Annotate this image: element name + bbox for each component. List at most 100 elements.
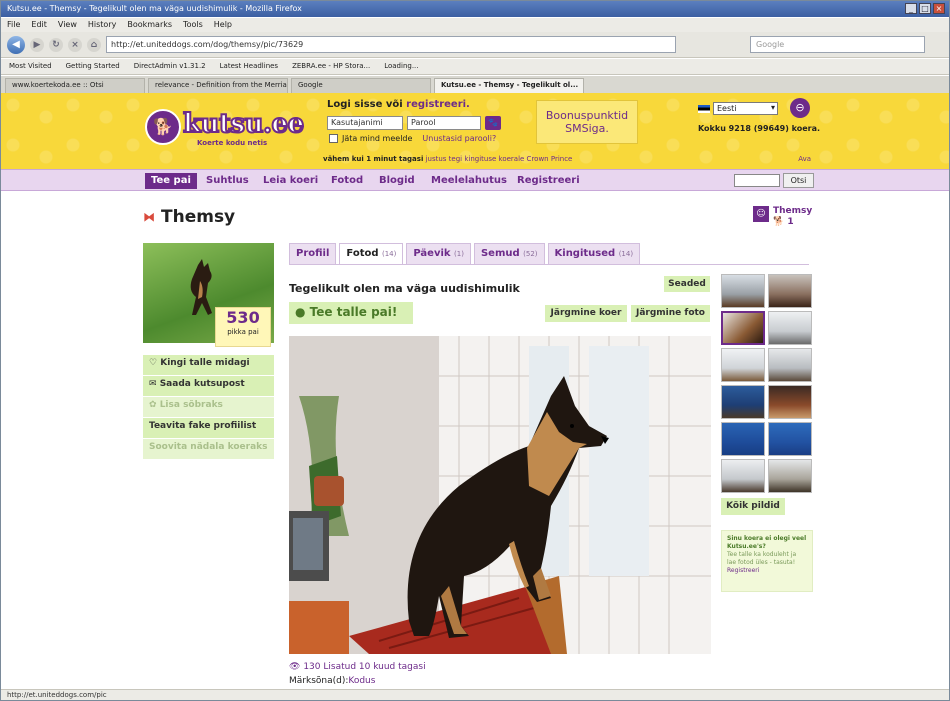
forgot-password-link[interactable]: Unustasid parooli? (422, 134, 496, 143)
all-photos-button[interactable]: Kõik pildid (721, 498, 785, 515)
give-gift-button[interactable]: ♡ Kingi talle midagi (143, 355, 274, 375)
menu-view[interactable]: View (58, 20, 77, 30)
forward-button[interactable]: ▶ (30, 37, 44, 52)
window-controls: _ □ × (905, 3, 945, 14)
dog-name: Themsy (161, 207, 236, 227)
photo-thumbnail-selected[interactable] (721, 311, 765, 345)
photo-thumbnail[interactable] (768, 422, 812, 456)
add-friend-button[interactable]: ✿ Lisa sõbraks (143, 397, 274, 417)
report-fake-button[interactable]: Teavita fake profiilist (143, 418, 274, 438)
address-bar[interactable]: http://et.uniteddogs.com/dog/themsy/pic/… (106, 36, 676, 53)
bookmark-item[interactable]: DirectAdmin v1.31.2 (134, 62, 206, 71)
next-photo-button[interactable]: Järgmine foto (631, 305, 710, 322)
login-button[interactable]: 🐾 (485, 116, 501, 130)
menu-edit[interactable]: Edit (31, 20, 47, 30)
register-promo: Sinu koera ei olegi veel Kutsu.ee's? Tee… (721, 530, 813, 592)
reload-icon[interactable]: ↻ (49, 37, 63, 52)
nav-suhtlus[interactable]: Suhtlus (206, 173, 249, 189)
language-selector: Eesti (698, 102, 778, 115)
site-search-input[interactable] (734, 174, 780, 187)
photo-thumbnail[interactable] (768, 311, 812, 345)
bonus-points-button[interactable]: Boonuspunktid SMSiga. (536, 100, 638, 144)
home-icon[interactable]: ⌂ (87, 37, 101, 52)
bookmark-item[interactable]: ZEBRA.ee - HP Stora... (292, 62, 370, 71)
browser-tab[interactable]: relevance - Definition from the Merriam.… (148, 78, 288, 93)
web-page: 🐕 kutsu.ee Koerte kodu netis Logi sisse … (1, 93, 949, 690)
mail-icon: ✉ (149, 379, 157, 389)
photo-thumbnail[interactable] (768, 459, 812, 493)
bookmark-item[interactable]: Getting Started (66, 62, 120, 71)
browser-tabs: www.koertekoda.ee :: Otsi relevance - De… (1, 76, 949, 93)
menu-help[interactable]: Help (214, 20, 232, 30)
added-date: Lisatud 10 kuud tagasi (323, 662, 426, 672)
bow-icon: ⧓ (143, 210, 155, 224)
browser-tab[interactable]: Google (291, 78, 431, 93)
photo-thumbnail[interactable] (721, 459, 765, 493)
nav-tee-pai[interactable]: Tee pai (145, 173, 197, 189)
send-mail-button[interactable]: ✉ Saada kutsupost (143, 376, 274, 396)
bookmark-item[interactable]: Latest Headlines (220, 62, 278, 71)
nav-blogid[interactable]: Blogid (379, 173, 415, 189)
search-input[interactable]: Google (750, 36, 925, 53)
user-icon: ☺ (753, 206, 769, 222)
password-input[interactable]: Parool (407, 116, 481, 130)
photo-thumbnail[interactable] (768, 385, 812, 419)
menu-bar: File Edit View History Bookmarks Tools H… (1, 18, 949, 32)
navigation-toolbar: ◀ ▶ ↻ × ⌂ http://et.uniteddogs.com/dog/t… (1, 32, 949, 58)
nav-leia-koeri[interactable]: Leia koeri (263, 173, 318, 189)
language-select[interactable]: Eesti (713, 102, 778, 115)
recommend-dog-button[interactable]: Soovita nädala koeraks (143, 439, 274, 459)
stop-icon[interactable]: × (68, 37, 82, 52)
browser-tab[interactable]: www.koertekoda.ee :: Otsi (5, 78, 145, 93)
tab-profiil[interactable]: Profiil (289, 243, 337, 264)
tab-semud[interactable]: Semud (52) (473, 243, 545, 264)
plus-icon: ✿ (149, 400, 157, 410)
register-link[interactable]: registreeri. (406, 99, 470, 110)
dog-count: Kokku 9218 (99649) koera. (698, 124, 821, 133)
ticker-more-link[interactable]: Ava (798, 155, 811, 163)
next-dog-button[interactable]: Järgmine koer (545, 305, 627, 322)
menu-bookmarks[interactable]: Bookmarks (127, 20, 172, 30)
photo-thumbnail[interactable] (768, 348, 812, 382)
bookmark-item[interactable]: Most Visited (9, 62, 52, 71)
pet-score: 530 pikka pai (215, 307, 271, 347)
site-search-button[interactable]: Otsi (783, 173, 814, 188)
profile-title: ⧓ Themsy (143, 207, 235, 227)
site-header: 🐕 kutsu.ee Koerte kodu netis Logi sisse … (1, 93, 949, 169)
nav-registreeri[interactable]: Registreeri (517, 173, 580, 189)
menu-history[interactable]: History (88, 20, 116, 30)
main-photo[interactable] (289, 336, 711, 654)
username-input[interactable]: Kasutajanimi (327, 116, 403, 130)
pet-button[interactable]: ● Tee talle pai! (289, 302, 413, 324)
photo-thumbnail[interactable] (721, 385, 765, 419)
tab-paevik[interactable]: Päevik (1) (406, 243, 471, 264)
remember-checkbox[interactable] (329, 134, 338, 143)
profile-actions: ♡ Kingi talle midagi ✉ Saada kutsupost ✿… (143, 355, 274, 460)
keywords: Märksõna(d):Kodus (289, 676, 376, 686)
tab-kingitused[interactable]: Kingitused (14) (547, 243, 641, 264)
photo-thumbnail[interactable] (721, 348, 765, 382)
browser-tab-active[interactable]: Kutsu.ee - Themsy - Tegelikult ol... (434, 78, 584, 93)
keyword-link[interactable]: Kodus (348, 676, 375, 686)
ticker-text[interactable]: justus tegi kingituse koerale Crown Prin… (426, 155, 573, 163)
promo-register-link[interactable]: Registreeri (727, 567, 807, 575)
photo-thumbnail[interactable] (768, 274, 812, 308)
photo-thumbnail[interactable] (721, 274, 765, 308)
bookmark-item[interactable]: Loading... (384, 62, 418, 71)
owner-badge[interactable]: ☺ Themsy 🐕 1 (753, 206, 812, 228)
minimize-icon[interactable]: _ (905, 3, 917, 14)
nav-meelelahutus[interactable]: Meelelahutus (431, 173, 507, 189)
site-logo[interactable]: 🐕 kutsu.ee Koerte kodu netis (145, 107, 315, 153)
close-icon[interactable]: × (933, 3, 945, 14)
no-entry-icon[interactable]: ⊖ (790, 98, 810, 118)
maximize-icon[interactable]: □ (919, 3, 931, 14)
tab-fotod[interactable]: Fotod (14) (339, 243, 404, 264)
settings-button[interactable]: Seaded (664, 276, 710, 292)
back-button[interactable]: ◀ (7, 35, 25, 54)
photo-thumbnail[interactable] (721, 422, 765, 456)
photo-title: Tegelikult olen ma väga uudishimulik (289, 282, 520, 295)
nav-fotod[interactable]: Fotod (331, 173, 363, 189)
menu-file[interactable]: File (7, 20, 20, 30)
paw-icon: ● (295, 305, 306, 319)
menu-tools[interactable]: Tools (183, 20, 203, 30)
